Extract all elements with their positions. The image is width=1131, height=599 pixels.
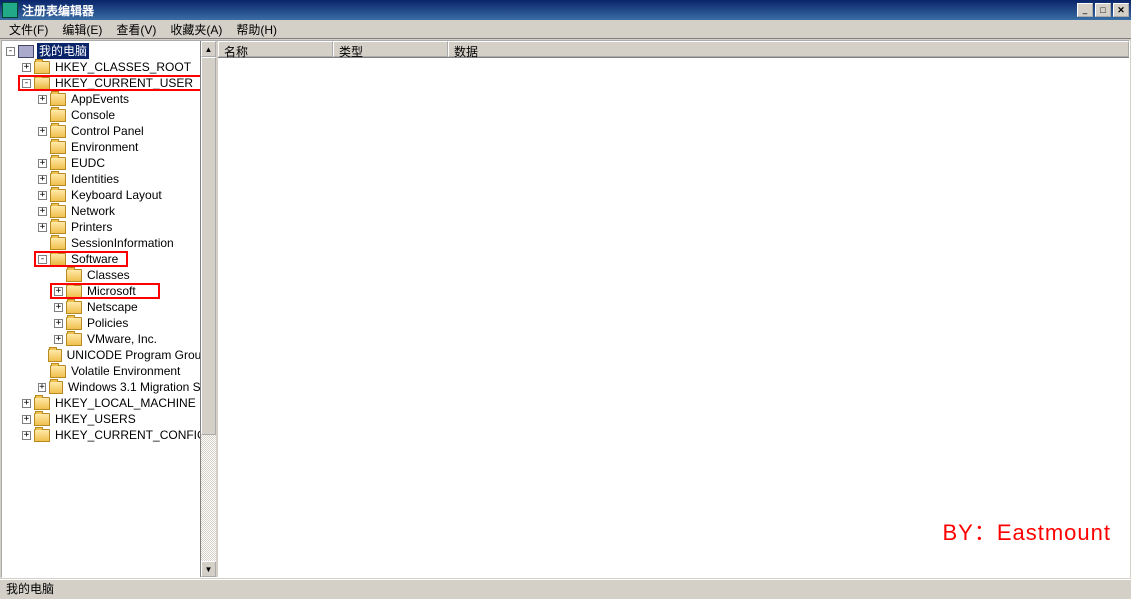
folder-open-icon [50, 253, 66, 266]
tree-item[interactable]: VMware, Inc. [85, 331, 159, 347]
tree-item[interactable]: Environment [69, 139, 140, 155]
folder-icon [50, 365, 66, 378]
expand-icon[interactable]: + [54, 303, 63, 312]
expand-icon[interactable]: + [38, 223, 47, 232]
menu-edit[interactable]: 编辑(E) [55, 20, 109, 39]
expand-icon[interactable]: + [38, 159, 47, 168]
folder-icon [66, 301, 82, 314]
menu-help[interactable]: 帮助(H) [229, 20, 284, 39]
expand-icon[interactable]: + [38, 191, 47, 200]
tree-hkcc[interactable]: HKEY_CURRENT_CONFIG [53, 427, 208, 443]
folder-icon [50, 141, 66, 154]
expand-icon[interactable]: - [6, 47, 15, 56]
watermark-text: BY：Eastmount [942, 515, 1111, 547]
folder-open-icon [34, 77, 50, 90]
close-button[interactable]: ✕ [1113, 3, 1129, 17]
folder-icon [50, 173, 66, 186]
folder-icon [50, 189, 66, 202]
expand-icon[interactable]: + [54, 287, 63, 296]
computer-icon [18, 45, 34, 58]
folder-icon [34, 397, 50, 410]
expand-icon[interactable]: - [38, 255, 47, 264]
tree-microsoft[interactable]: Microsoft [85, 283, 138, 299]
column-headers: 名称 类型 数据 [218, 41, 1129, 58]
folder-icon [50, 109, 66, 122]
expand-icon[interactable]: + [38, 175, 47, 184]
menu-file[interactable]: 文件(F) [2, 20, 55, 39]
tree-hkcr[interactable]: HKEY_CLASSES_ROOT [53, 59, 193, 75]
col-name[interactable]: 名称 [218, 41, 333, 57]
scroll-down-icon[interactable]: ▼ [201, 561, 216, 577]
tree-hku[interactable]: HKEY_USERS [53, 411, 138, 427]
expand-icon[interactable]: + [54, 319, 63, 328]
folder-icon [50, 205, 66, 218]
menu-view[interactable]: 查看(V) [109, 20, 163, 39]
tree-hkcu[interactable]: HKEY_CURRENT_USER [53, 75, 195, 91]
expand-icon[interactable]: + [22, 63, 31, 72]
tree-item[interactable]: Control Panel [69, 123, 146, 139]
window-title: 注册表编辑器 [22, 2, 1075, 19]
expand-icon[interactable]: + [22, 431, 31, 440]
tree-item[interactable]: Classes [85, 267, 132, 283]
expand-icon[interactable]: + [22, 399, 31, 408]
app-icon [2, 2, 18, 18]
tree-item[interactable]: Policies [85, 315, 130, 331]
folder-icon [66, 317, 82, 330]
folder-icon [50, 93, 66, 106]
tree-item[interactable]: Volatile Environment [69, 363, 182, 379]
expand-icon[interactable]: + [38, 207, 47, 216]
folder-icon [50, 157, 66, 170]
list-panel[interactable]: 名称 类型 数据 BY：Eastmount [218, 41, 1129, 577]
col-type[interactable]: 类型 [333, 41, 448, 57]
folder-icon [34, 429, 50, 442]
title-bar: 注册表编辑器 _ □ ✕ [0, 0, 1131, 20]
minimize-button[interactable]: _ [1077, 3, 1093, 17]
status-bar: 我的电脑 [0, 579, 1131, 597]
folder-icon [50, 237, 66, 250]
folder-icon [49, 381, 63, 394]
tree-item[interactable]: EUDC [69, 155, 107, 171]
tree-item[interactable]: Network [69, 203, 117, 219]
menu-favorites[interactable]: 收藏夹(A) [163, 20, 229, 39]
tree-software[interactable]: Software [69, 251, 120, 267]
scroll-up-icon[interactable]: ▲ [201, 41, 216, 57]
tree-root[interactable]: 我的电脑 [37, 43, 89, 59]
folder-icon [66, 285, 82, 298]
tree-scrollbar[interactable]: ▲ ▼ [200, 41, 216, 577]
folder-icon [50, 221, 66, 234]
folder-icon [48, 349, 61, 362]
tree-item[interactable]: UNICODE Program Groups [65, 347, 216, 363]
tree-item[interactable]: Identities [69, 171, 121, 187]
status-text: 我的电脑 [6, 580, 54, 597]
tree-item[interactable]: SessionInformation [69, 235, 176, 251]
maximize-button[interactable]: □ [1095, 3, 1111, 17]
folder-icon [34, 61, 50, 74]
expand-icon[interactable]: + [22, 415, 31, 424]
folder-icon [50, 125, 66, 138]
menu-bar: 文件(F) 编辑(E) 查看(V) 收藏夹(A) 帮助(H) [0, 20, 1131, 39]
expand-icon[interactable]: + [54, 335, 63, 344]
folder-icon [66, 269, 82, 282]
tree-item[interactable]: Printers [69, 219, 114, 235]
expand-icon[interactable]: + [38, 383, 46, 392]
tree-hklm[interactable]: HKEY_LOCAL_MACHINE [53, 395, 198, 411]
expand-icon[interactable]: - [22, 79, 31, 88]
col-data[interactable]: 数据 [448, 41, 1129, 57]
tree-item[interactable]: Windows 3.1 Migration Stat [66, 379, 216, 395]
expand-icon[interactable]: + [38, 95, 47, 104]
folder-icon [66, 333, 82, 346]
tree-panel[interactable]: - 我的电脑 + HKEY_CLASSES_ROOT - HKEY_CURRENT_U… [2, 41, 218, 577]
tree-item[interactable]: Netscape [85, 299, 140, 315]
tree-item[interactable]: AppEvents [69, 91, 131, 107]
tree-item[interactable]: Console [69, 107, 117, 123]
folder-icon [34, 413, 50, 426]
expand-icon[interactable]: + [38, 127, 47, 136]
tree-item[interactable]: Keyboard Layout [69, 187, 164, 203]
